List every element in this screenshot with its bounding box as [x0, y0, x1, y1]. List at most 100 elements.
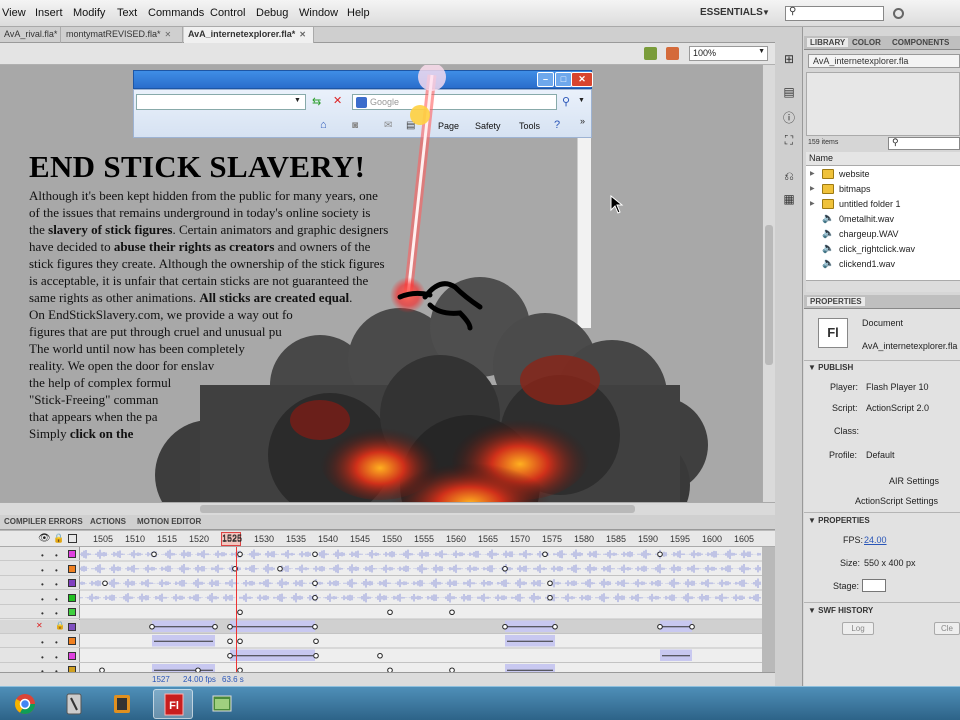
stage[interactable]: – □ ✕ ▼ ⇆ ✕ Google ⚲ ▼ ⌂ ◙ ✉ ▤ Page Safe…	[0, 65, 762, 502]
publish-section-header[interactable]: ▼ PUBLISH	[808, 363, 853, 372]
visibility-toggle[interactable]: •	[41, 595, 44, 604]
keyframe[interactable]	[237, 638, 243, 645]
visibility-toggle[interactable]: •	[41, 609, 44, 618]
library-item[interactable]: ▶ bitmaps	[806, 182, 960, 197]
close-icon[interactable]: ✕	[299, 30, 306, 39]
clear-button[interactable]: Cle	[934, 622, 960, 635]
visibility-toggle[interactable]: •	[41, 638, 44, 647]
lock-icon[interactable]: 🔒	[55, 621, 65, 630]
library-search-input[interactable]: ⚲	[888, 137, 960, 150]
taskbar-flash[interactable]: Fl	[153, 689, 193, 719]
air-settings-button[interactable]: AIR Settings	[889, 476, 939, 486]
zoom-select[interactable]: 100% ▼	[689, 46, 768, 61]
outline-icon[interactable]	[68, 534, 77, 543]
log-button[interactable]: Log	[842, 622, 874, 635]
history-icon[interactable]: ⎌	[782, 169, 796, 183]
keyframe[interactable]	[502, 565, 508, 572]
frame-row[interactable]	[80, 648, 762, 663]
properties-section-header[interactable]: ▼ PROPERTIES	[808, 516, 870, 525]
menu-modify[interactable]: Modify	[73, 7, 105, 19]
tab-montymat-revised[interactable]: montymatREVISED.fla* ✕	[62, 27, 183, 43]
keyframe[interactable]	[151, 551, 157, 558]
layer-color-swatch[interactable]	[68, 579, 76, 587]
layer-color-swatch[interactable]	[68, 564, 76, 573]
menu-commands[interactable]: Commands	[148, 7, 204, 19]
timeline-layer[interactable]: ••	[0, 649, 80, 663]
library-item[interactable]: ▶ website	[806, 167, 960, 182]
keyframe[interactable]	[657, 551, 663, 558]
layer-color-swatch[interactable]	[68, 550, 76, 558]
layer-color-swatch[interactable]	[68, 622, 76, 631]
library-document-select[interactable]: AvA_internetexplorer.fla	[808, 54, 960, 68]
taskbar-pen-tablet[interactable]	[54, 689, 94, 719]
layer-color-swatch[interactable]	[68, 637, 76, 645]
visibility-toggle[interactable]: •	[41, 580, 44, 589]
tween-span[interactable]	[505, 664, 555, 672]
lock-icon[interactable]: 🔒	[53, 533, 64, 544]
tab-library[interactable]: LIBRARY	[807, 38, 849, 47]
taskbar-window[interactable]	[202, 689, 242, 719]
workspace-switcher[interactable]: ESSENTIALS	[700, 7, 763, 18]
playhead-line[interactable]	[236, 547, 237, 672]
tab-components[interactable]: COMPONENTS	[892, 38, 949, 47]
library-item[interactable]: 🔈 clickend1.wav	[806, 257, 960, 272]
profile-value[interactable]: Default	[866, 450, 895, 460]
library-column-header[interactable]: Name	[806, 152, 960, 166]
timeline-layer[interactable]: ••	[0, 591, 80, 605]
layer-color-swatch[interactable]	[68, 651, 76, 660]
tab-actions[interactable]: ACTIONS	[90, 517, 126, 526]
tab-ava-rival[interactable]: AvA_rival.fla*	[0, 27, 61, 43]
stage-vertical-scrollbar[interactable]	[762, 65, 775, 502]
keyframe[interactable]	[502, 623, 508, 630]
keyframe[interactable]	[313, 638, 319, 645]
timeline-layer[interactable]: ••	[0, 576, 80, 590]
menu-debug[interactable]: Debug	[256, 7, 288, 19]
keyframe[interactable]	[237, 551, 243, 558]
lock-toggle[interactable]: •	[55, 580, 58, 589]
menu-text[interactable]: Text	[117, 7, 137, 19]
timeline-layer[interactable]: ✕ 🔒	[0, 619, 80, 634]
close-icon[interactable]: ✕	[165, 30, 172, 39]
library-item[interactable]: 🔈 0metalhit.wav	[806, 212, 960, 227]
visibility-toggle[interactable]: •	[41, 653, 44, 662]
tween-span[interactable]	[152, 664, 215, 672]
tab-compiler-errors[interactable]: COMPILER ERRORS	[4, 517, 83, 526]
menu-window[interactable]: Window	[299, 7, 338, 19]
taskbar-media-player[interactable]	[102, 689, 142, 719]
expand-icon[interactable]: ▶	[810, 185, 815, 192]
lock-toggle[interactable]: •	[55, 638, 58, 647]
edit-scene-icon[interactable]	[644, 47, 657, 60]
hidden-layer-icon[interactable]: ✕	[36, 621, 43, 630]
keyframe[interactable]	[149, 623, 155, 630]
timeline-frames[interactable]	[80, 547, 762, 672]
keyframe[interactable]	[227, 623, 233, 630]
keyframe[interactable]	[542, 551, 548, 558]
fps-value[interactable]: 24.00	[864, 535, 887, 545]
frame-rate[interactable]: 24.00 fps	[183, 675, 216, 684]
tab-motion-editor[interactable]: MOTION EDITOR	[137, 517, 201, 526]
timeline-layer[interactable]: ••	[0, 634, 80, 648]
keyframe[interactable]	[312, 623, 318, 630]
stage-horizontal-scrollbar[interactable]	[0, 502, 775, 515]
keyframe[interactable]	[227, 638, 233, 645]
keyframe[interactable]	[552, 623, 558, 630]
keyframe[interactable]	[237, 609, 243, 616]
library-item[interactable]: 🔈 click_rightclick.wav	[806, 242, 960, 257]
stage-color-swatch[interactable]	[862, 579, 886, 592]
keyframe[interactable]	[689, 623, 695, 630]
align-icon[interactable]: ▤	[782, 85, 796, 99]
keyframe[interactable]	[313, 652, 319, 659]
keyframe[interactable]	[277, 565, 283, 572]
eye-icon[interactable]: 👁	[38, 533, 51, 544]
lock-toggle[interactable]: •	[55, 609, 58, 618]
library-item[interactable]: ▶ untitled folder 1	[806, 197, 960, 212]
tab-color[interactable]: COLOR	[852, 38, 881, 47]
taskbar-chrome[interactable]	[5, 689, 45, 719]
timeline-layer[interactable]: ••	[0, 605, 80, 619]
lock-toggle[interactable]: •	[55, 566, 58, 575]
keyframe[interactable]	[312, 594, 318, 601]
grid-icon[interactable]: ⊞	[782, 52, 796, 66]
timeline-layer[interactable]: ••	[0, 547, 80, 561]
menu-view[interactable]: View	[2, 7, 26, 19]
library-item[interactable]: 🔈 chargeup.WAV	[806, 227, 960, 242]
